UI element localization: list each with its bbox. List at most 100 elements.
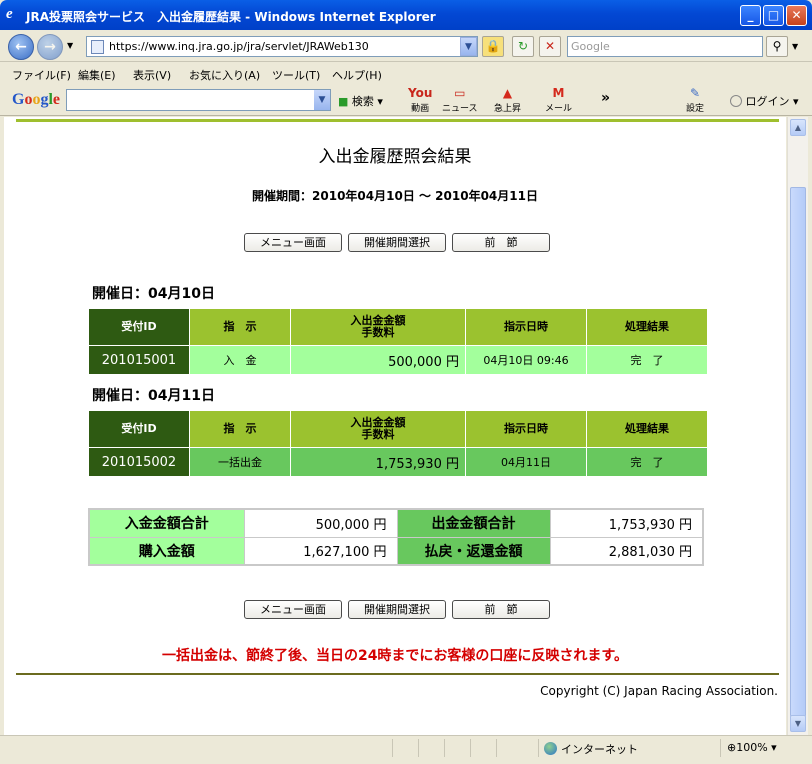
- page-content: 入出金履歴照会結果 開催期間：2010年04月10日 ～ 2010年04月11日…: [4, 117, 786, 735]
- notice-text: 一括出金は、節終了後、当日の24時までにお客様の口座に反映されます。: [161, 648, 629, 664]
- deposit-total-label: 入金金額合計: [88, 508, 245, 538]
- user-circle-icon: [730, 95, 742, 107]
- table-row: 201015002 一括出金 1,753,930 円 04月11日 完 了: [88, 447, 708, 477]
- scroll-up-icon[interactable]: ▲: [790, 119, 806, 136]
- refresh-icon[interactable]: ↻: [512, 36, 534, 57]
- login-button[interactable]: ログイン ▾: [730, 93, 799, 109]
- col-amount: 入出金金額 手数料: [290, 308, 466, 346]
- menu-favorites[interactable]: お気に入り(A): [189, 67, 260, 83]
- globe-icon: [544, 742, 557, 755]
- col-amount: 入出金金額 手数料: [290, 410, 466, 448]
- menu-edit[interactable]: 編集(E): [78, 67, 116, 83]
- result-cell: 完 了: [586, 345, 708, 375]
- col-id: 受付ID: [88, 410, 190, 448]
- amount-cell: 1,753,930 円: [290, 447, 466, 477]
- vertical-scrollbar[interactable]: ▲ ▼: [787, 117, 808, 735]
- menu-screen-button[interactable]: メニュー画面: [244, 600, 342, 619]
- result-cell: 完 了: [586, 447, 708, 477]
- forward-button[interactable]: →: [37, 34, 63, 60]
- zoom-icon: ⊕: [727, 741, 737, 754]
- period-text: 開催期間：2010年04月10日 ～ 2010年04月11日: [252, 189, 538, 203]
- google-search-icon: ■: [338, 95, 349, 108]
- col-datetime: 指示日時: [465, 308, 587, 346]
- wrench-icon: ✎: [689, 86, 701, 100]
- prev-section-button[interactable]: 前 節: [452, 233, 550, 252]
- news-icon: ▭: [454, 86, 466, 100]
- datetime-cell: 04月10日 09:46: [465, 345, 587, 375]
- day-heading-2: 開催日：04月11日: [92, 388, 215, 404]
- menu-tools[interactable]: ツール(T): [272, 67, 320, 83]
- video-button[interactable]: You 動画: [408, 86, 432, 114]
- col-id: 受付ID: [88, 308, 190, 346]
- history-dropdown-icon[interactable]: ▼: [67, 41, 73, 50]
- address-bar: ← → ▼ https://www.inq.jra.go.jp/jra/serv…: [0, 30, 812, 62]
- col-instruction: 指 示: [189, 410, 291, 448]
- scroll-down-icon[interactable]: ▼: [790, 715, 806, 732]
- menu-bar: ファイル(F) 編集(E) 表示(V) お気に入り(A) ツール(T) ヘルプ(…: [0, 62, 812, 84]
- google-search-dropdown-icon[interactable]: ▼: [314, 90, 330, 110]
- results-table-2: 受付ID 指 示 入出金金額 手数料 指示日時 処理結果 201015002 一括…: [88, 410, 708, 477]
- datetime-cell: 04月11日: [465, 447, 587, 477]
- google-toolbar: Google ▼ ■ 検索 ▾ You 動画 ▭ ニュース ▲ 急上昇 M メー…: [0, 84, 812, 116]
- stop-icon[interactable]: ✕: [539, 36, 561, 57]
- trending-button[interactable]: ▲ 急上昇: [494, 86, 521, 114]
- search-input[interactable]: Google: [567, 36, 763, 57]
- bottom-divider: [16, 673, 779, 675]
- mail-button[interactable]: M メール: [545, 86, 572, 114]
- gmail-icon: M: [552, 86, 565, 100]
- page-title: 入出金履歴照会結果: [318, 147, 472, 167]
- menu-view[interactable]: 表示(V): [133, 67, 171, 83]
- lock-icon[interactable]: 🔒: [482, 36, 504, 57]
- prev-section-button[interactable]: 前 節: [452, 600, 550, 619]
- receipt-id: 201015001: [88, 345, 190, 375]
- settings-button[interactable]: ✎ 設定: [686, 86, 704, 114]
- table-row: 201015001 入 金 500,000 円 04月10日 09:46 完 了: [88, 345, 708, 375]
- maximize-button[interactable]: □: [763, 5, 784, 26]
- purchase-value: 1,627,100 円: [243, 536, 398, 566]
- day-heading-1: 開催日：04月10日: [92, 286, 215, 302]
- minimize-button[interactable]: _: [740, 5, 761, 26]
- bottom-button-row: メニュー画面 開催期間選択 前 節: [244, 600, 564, 620]
- col-datetime: 指示日時: [465, 410, 587, 448]
- instruction-cell: 一括出金: [189, 447, 291, 477]
- withdraw-total-label: 出金金額合計: [396, 508, 551, 538]
- receipt-id: 201015002: [88, 447, 190, 477]
- period-select-button[interactable]: 開催期間選択: [348, 233, 446, 252]
- summary-table: 入金金額合計 500,000 円 出金金額合計 1,753,930 円 購入金額…: [88, 508, 704, 566]
- col-instruction: 指 示: [189, 308, 291, 346]
- google-search-button[interactable]: ■ 検索 ▾: [338, 93, 383, 109]
- window-title: JRA投票照会サービス 入出金履歴結果 - Windows Internet E…: [26, 10, 436, 24]
- back-button[interactable]: ←: [8, 34, 34, 60]
- col-result: 処理結果: [586, 308, 708, 346]
- scroll-thumb[interactable]: [790, 187, 806, 717]
- menu-screen-button[interactable]: メニュー画面: [244, 233, 342, 252]
- search-dropdown-icon[interactable]: ▼: [792, 42, 798, 51]
- title-bar: e JRA投票照会サービス 入出金履歴結果 - Windows Internet…: [0, 0, 812, 30]
- news-button[interactable]: ▭ ニュース: [442, 86, 478, 114]
- menu-file[interactable]: ファイル(F): [12, 67, 71, 83]
- status-bar: インターネット ⊕100% ▾: [0, 735, 812, 764]
- menu-help[interactable]: ヘルプ(H): [332, 67, 382, 83]
- arrow-up-icon: ▲: [502, 86, 513, 100]
- top-button-row: メニュー画面 開催期間選択 前 節: [244, 233, 564, 253]
- results-table-1: 受付ID 指 示 入出金金額 手数料 指示日時 処理結果 201015001 入 …: [88, 308, 708, 375]
- refund-value: 2,881,030 円: [549, 536, 704, 566]
- page-icon: [91, 40, 104, 54]
- ie-logo-icon: e: [6, 6, 13, 22]
- zoom-level[interactable]: ⊕100% ▾: [727, 741, 777, 754]
- copyright: Copyright (C) Japan Racing Association.: [540, 684, 778, 698]
- amount-cell: 500,000 円: [290, 345, 466, 375]
- period-select-button[interactable]: 開催期間選択: [348, 600, 446, 619]
- col-result: 処理結果: [586, 410, 708, 448]
- youtube-icon: You: [408, 86, 433, 100]
- security-zone: インターネット: [544, 741, 638, 757]
- more-button[interactable]: »: [601, 90, 610, 106]
- close-button[interactable]: ✕: [786, 5, 807, 26]
- google-search-input[interactable]: [66, 89, 331, 111]
- search-icon[interactable]: ⚲: [766, 36, 788, 57]
- deposit-total-value: 500,000 円: [243, 508, 398, 538]
- refund-label: 払戻・返還金額: [396, 536, 551, 566]
- url-input[interactable]: https://www.inq.jra.go.jp/jra/servlet/JR…: [86, 36, 478, 57]
- url-dropdown-icon[interactable]: ▼: [460, 37, 477, 56]
- withdraw-total-value: 1,753,930 円: [549, 508, 704, 538]
